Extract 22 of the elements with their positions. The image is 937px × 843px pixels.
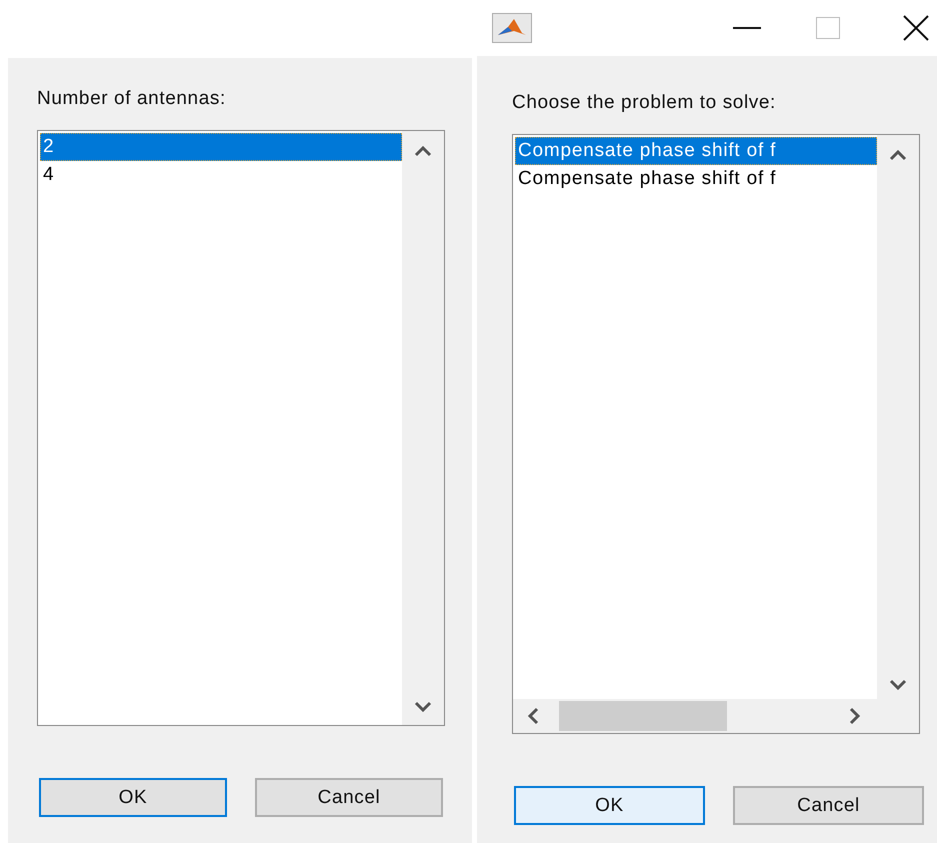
scroll-up-icon[interactable] [889, 149, 907, 161]
list-item[interactable]: 2 [40, 133, 402, 161]
cancel-button[interactable]: Cancel [733, 786, 924, 825]
list-item[interactable]: 4 [40, 161, 402, 189]
scroll-up-icon[interactable] [414, 145, 432, 157]
ok-button[interactable]: OK [39, 778, 227, 817]
scroll-right-icon[interactable] [849, 707, 861, 725]
scroll-down-icon[interactable] [414, 701, 432, 713]
list-box[interactable]: Compensate phase shift of f Compensate phase shift of f [512, 134, 920, 734]
minimize-icon[interactable] [733, 26, 761, 30]
app-icon [492, 13, 532, 43]
scroll-left-icon[interactable] [527, 707, 539, 725]
list-item[interactable]: Compensate phase shift of f [515, 137, 877, 165]
list-item[interactable]: Compensate phase shift of f [515, 165, 877, 193]
scrollbar-thumb[interactable] [559, 701, 727, 731]
cancel-button[interactable]: Cancel [255, 778, 443, 817]
prompt-label: Number of antennas: [37, 88, 227, 111]
scroll-down-icon[interactable] [889, 679, 907, 691]
list-box[interactable]: 2 4 [37, 130, 445, 726]
ok-button[interactable]: OK [514, 786, 705, 825]
prompt-label: Choose the problem to solve: [512, 92, 777, 115]
close-icon[interactable] [903, 15, 929, 41]
